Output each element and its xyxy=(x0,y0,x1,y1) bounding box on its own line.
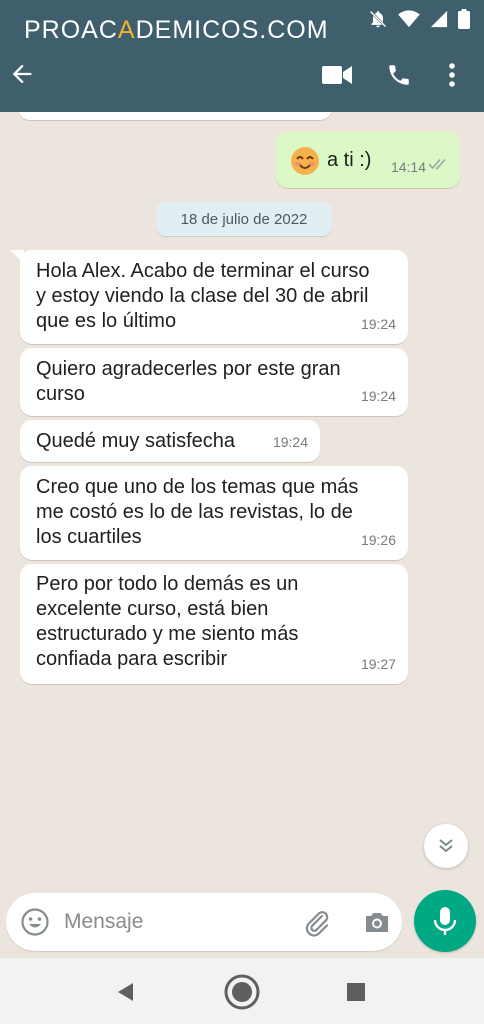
nav-home-button[interactable] xyxy=(222,972,262,1012)
message-time: 19:24 xyxy=(272,434,308,450)
more-options-button[interactable] xyxy=(430,58,474,92)
recents-square-icon xyxy=(347,983,365,1001)
message-line: confiada para escribir xyxy=(36,648,228,670)
chat-area[interactable]: a ti :) 14:14 18 de julio de 2022 Hola A… xyxy=(0,112,484,888)
attach-button[interactable] xyxy=(302,907,332,942)
message-line: los cuartiles xyxy=(36,526,142,548)
arrow-left-icon xyxy=(12,64,32,84)
brand-watermark: PROACADEMICOS.COM xyxy=(24,16,329,44)
emoji-icon xyxy=(21,908,49,936)
voice-message-button[interactable] xyxy=(414,890,476,952)
paperclip-icon xyxy=(305,911,329,937)
message-line: estructurado y me siento más xyxy=(36,623,299,645)
message-composer xyxy=(6,893,402,951)
outgoing-message-time: 14:14 xyxy=(390,159,426,175)
emoji-button[interactable] xyxy=(20,907,50,942)
app-bar-actions xyxy=(306,58,474,92)
message-time: 19:27 xyxy=(360,656,396,672)
message-input[interactable] xyxy=(64,907,284,937)
battery-icon xyxy=(458,9,470,29)
smiling-face-icon xyxy=(290,146,320,183)
bell-off-icon xyxy=(368,9,388,29)
double-chevron-down-icon xyxy=(439,839,453,853)
back-button[interactable] xyxy=(8,60,36,88)
nav-back-button[interactable] xyxy=(106,972,146,1012)
message-bubble: Quedé muy satisfecha 19:24 xyxy=(20,420,320,462)
message-line: me costó es lo de las revistas, lo de xyxy=(36,501,353,523)
message-line: Quiero agradecerles por este gran xyxy=(36,358,341,380)
message-bubble: Pero por todo lo demás es un excelente c… xyxy=(20,564,408,684)
wifi-icon xyxy=(398,10,420,28)
message-time: 19:26 xyxy=(360,532,396,548)
more-vert-icon xyxy=(449,63,455,87)
message-line: Creo que uno de los temas que más xyxy=(36,476,359,498)
message-bubble: Hola Alex. Acabo de terminar el curso y … xyxy=(20,250,408,344)
message-bubble: Creo que uno de los temas que más me cos… xyxy=(20,466,408,560)
top-app-bar: PROACADEMICOS.COM xyxy=(0,0,484,112)
nav-recents-button[interactable] xyxy=(336,972,376,1012)
camera-icon xyxy=(366,913,388,932)
message-line: excelente curso, está bien xyxy=(36,598,269,620)
message-line: Pero por todo lo demás es un xyxy=(36,573,299,595)
message-line: Hola Alex. Acabo de terminar el curso xyxy=(36,260,370,282)
previous-message-bubble xyxy=(18,112,332,120)
home-circle-icon xyxy=(224,974,260,1010)
message-line: que es lo último xyxy=(36,310,177,332)
status-bar-icons xyxy=(368,9,470,29)
camera-button[interactable] xyxy=(362,907,392,942)
video-call-icon xyxy=(322,66,352,84)
voice-call-button[interactable] xyxy=(368,58,430,92)
message-line: y estoy viendo la clase del 30 de abril xyxy=(36,285,369,307)
microphone-icon xyxy=(433,907,457,935)
system-navigation-bar xyxy=(0,958,484,1024)
video-call-button[interactable] xyxy=(306,58,368,92)
message-line: curso xyxy=(36,383,85,405)
date-separator: 18 de julio de 2022 xyxy=(156,202,332,236)
message-line: Quedé muy satisfecha xyxy=(36,430,235,452)
outgoing-message-text: a ti :) xyxy=(327,149,372,171)
back-triangle-icon xyxy=(118,983,133,1001)
message-time: 19:24 xyxy=(360,388,396,404)
voice-call-icon xyxy=(389,65,409,85)
outgoing-message-bubble: a ti :) 14:14 xyxy=(276,132,460,188)
signal-icon xyxy=(430,10,448,28)
message-time: 19:24 xyxy=(360,316,396,332)
message-bubble: Quiero agradecerles por este gran curso … xyxy=(20,348,408,416)
scroll-to-bottom-button[interactable] xyxy=(424,824,468,868)
double-check-icon xyxy=(428,152,448,177)
